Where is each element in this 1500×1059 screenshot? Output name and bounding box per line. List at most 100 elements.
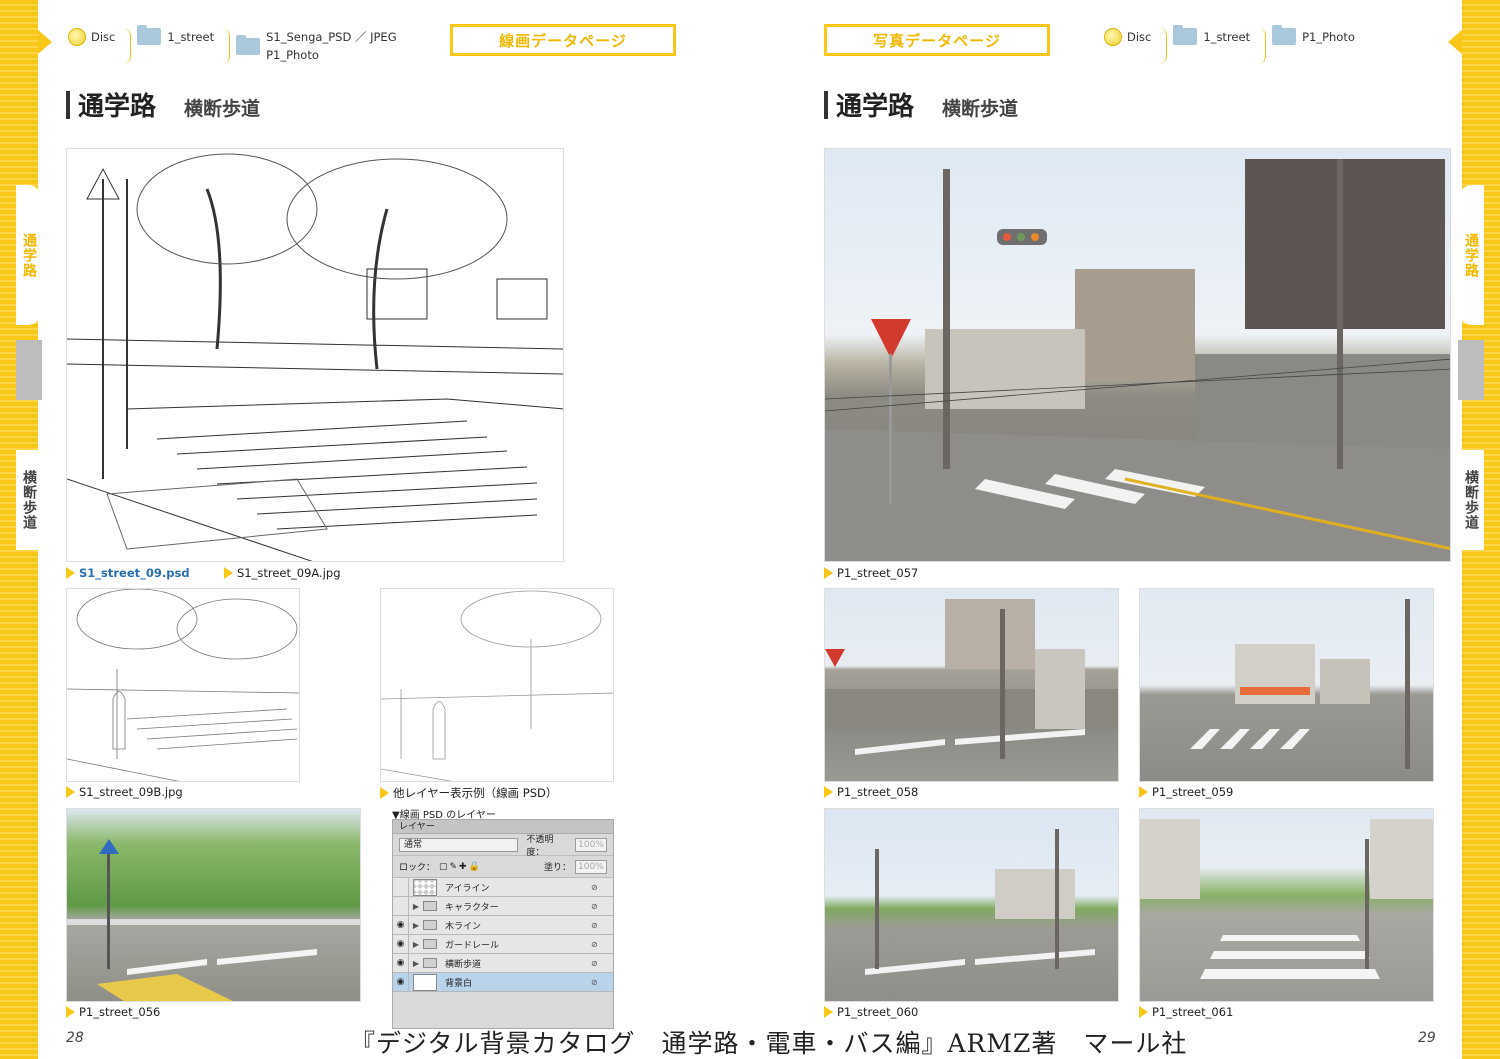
lineart-layer-example-image (380, 588, 614, 782)
opacity-field[interactable]: 100% (575, 837, 607, 852)
crumb-folder-street: 1_street (137, 25, 214, 45)
disc-icon (1104, 28, 1122, 46)
fill-field[interactable]: 100% (575, 859, 607, 874)
link-icon: ⊘ (591, 977, 598, 987)
caption-marker (824, 567, 833, 579)
caption-marker (824, 1006, 833, 1018)
layer-row[interactable]: アイライン ⊘ (393, 877, 613, 897)
line-data-page-badge: 線画データページ (450, 24, 676, 56)
expand-arrow-icon[interactable]: ▶ (409, 921, 423, 930)
left-stripe-notch (38, 30, 52, 54)
photo-061-drawing (1140, 819, 1433, 979)
caption-marker (824, 786, 833, 798)
photo-057-image (824, 148, 1451, 562)
visibility-eye-icon[interactable]: ◉ (393, 953, 409, 973)
left-side-tab-category: 通学路 (16, 185, 42, 325)
right-side-tab-topic: 横断歩道 (1458, 450, 1484, 550)
lineart-main-drawing (67, 153, 563, 561)
page-title: 通学路 (78, 92, 157, 122)
caption-marker (66, 1006, 75, 1018)
visibility-eye-icon[interactable]: ◉ (393, 934, 409, 954)
folder-icon (423, 958, 437, 968)
layer-list: アイライン ⊘ ▶ キャラクター ⊘ ◉ ▶ 木ライン ⊘ ◉ ▶ ガードレール ⊘ ◉ ▶ 横断歩道 ⊘ ◉ 背景… (393, 877, 613, 992)
right-side-tab-category: 通学路 (1458, 185, 1484, 325)
page-number-left: 28 (66, 1030, 84, 1046)
layer-row[interactable]: ▶ キャラクター ⊘ (393, 896, 613, 916)
layer-name: 横断歩道 (445, 959, 482, 970)
lock-row: ロック： ▢✎✚🔒 塗り： 100% (393, 856, 613, 878)
layer-name: アイライン (445, 883, 490, 894)
layer-panel-header: レイヤー (393, 820, 613, 834)
caption-marker (380, 787, 389, 799)
folder-icon (236, 34, 261, 55)
link-icon: ⊘ (591, 882, 598, 892)
crumb-folder-street: 1_street (1173, 25, 1250, 45)
visibility-eye-icon[interactable]: ◉ (393, 972, 409, 992)
caption-060: P1_street_060 (824, 1005, 918, 1019)
visibility-eye-icon[interactable] (393, 896, 409, 916)
lineart-layer-example-drawing (381, 590, 613, 781)
visibility-eye-icon[interactable] (393, 877, 409, 897)
caption-059: P1_street_059 (1139, 785, 1233, 799)
link-icon: ⊘ (591, 939, 598, 949)
folder-icon (1272, 25, 1297, 45)
photo-061-image (1139, 808, 1434, 1002)
caption-marker (66, 567, 75, 579)
photo-056-image (66, 808, 361, 1002)
folder-icon (423, 920, 437, 930)
lock-icons[interactable]: ▢✎✚🔒 (439, 862, 482, 872)
link-icon: ⊘ (591, 958, 598, 968)
page-number-right: 29 (1418, 1030, 1436, 1046)
expand-arrow-icon[interactable]: ▶ (409, 902, 423, 911)
layer-thumbnail (413, 973, 437, 991)
layer-panel: レイヤー 通常 不透明度： 100% ロック： ▢✎✚🔒 塗り： 100% アイ… (392, 819, 614, 1029)
brace-divider (123, 28, 132, 64)
blend-mode-select[interactable]: 通常 (399, 837, 519, 852)
photo-056-drawing (67, 839, 360, 1001)
lineart-09b-drawing (67, 589, 299, 781)
caption-marker (66, 786, 75, 798)
caption-056: P1_street_056 (66, 1005, 160, 1019)
layer-thumbnail (413, 878, 437, 896)
expand-arrow-icon[interactable]: ▶ (409, 940, 423, 949)
photo-059-image (1139, 588, 1434, 782)
folder-icon (137, 25, 162, 45)
crumb-disc: Disc (68, 28, 115, 46)
opacity-label: 不透明度： (526, 834, 554, 858)
link-icon: ⊘ (591, 920, 598, 930)
caption-058: P1_street_058 (824, 785, 918, 799)
caption-09b: S1_street_09B.jpg (66, 785, 183, 799)
folder-icon (1173, 25, 1198, 45)
layer-row[interactable]: ◉ ▶ ガードレール ⊘ (393, 934, 613, 954)
disc-icon (68, 28, 86, 46)
left-page-heading: 通学路 横断歩道 (66, 86, 260, 123)
right-page-heading: 通学路 横断歩道 (824, 86, 1018, 123)
brace-divider (1159, 28, 1168, 64)
layer-row[interactable]: ◉ 背景白 ⊘ (393, 972, 613, 992)
left-side-tab-topic: 横断歩道 (16, 450, 42, 550)
photo-058-image (824, 588, 1119, 782)
right-side-tab-spacer (1458, 340, 1484, 400)
expand-arrow-icon[interactable]: ▶ (409, 959, 423, 968)
layer-name: 木ライン (445, 921, 482, 932)
caption-layer-example: 他レイヤー表示例（線画 PSD） (380, 785, 557, 801)
photo-data-page-badge: 写真データページ (824, 24, 1050, 56)
caption-main-jpg: S1_street_09A.jpg (224, 566, 341, 580)
footer-credit: 『デジタル背景カタログ 通学路・電車・バス編』ARMZ著 マール社 (350, 1029, 1188, 1058)
layer-name: 背景白 (445, 978, 473, 989)
layer-row[interactable]: ◉ ▶ 横断歩道 ⊘ (393, 953, 613, 973)
blend-row: 通常 不透明度： 100% (393, 834, 613, 858)
caption-marker (224, 567, 233, 579)
crumb-folder-photo: P1_Photo (1272, 25, 1355, 45)
photo-059-drawing (1190, 599, 1410, 769)
layer-name: ガードレール (445, 940, 500, 951)
layer-row[interactable]: ◉ ▶ 木ライン ⊘ (393, 915, 613, 935)
heading-bar (824, 90, 828, 119)
folder-icon (423, 901, 437, 911)
left-breadcrumb: Disc 1_street S1_Senga_PSD ／ JPEG P1_Phot… (68, 25, 403, 64)
crumb-folder-senga: S1_Senga_PSD ／ JPEG P1_Photo (236, 28, 397, 64)
folder-icon (423, 939, 437, 949)
visibility-eye-icon[interactable]: ◉ (393, 915, 409, 935)
photo-060-drawing (865, 829, 1095, 975)
photo-057-drawing (825, 159, 1450, 561)
